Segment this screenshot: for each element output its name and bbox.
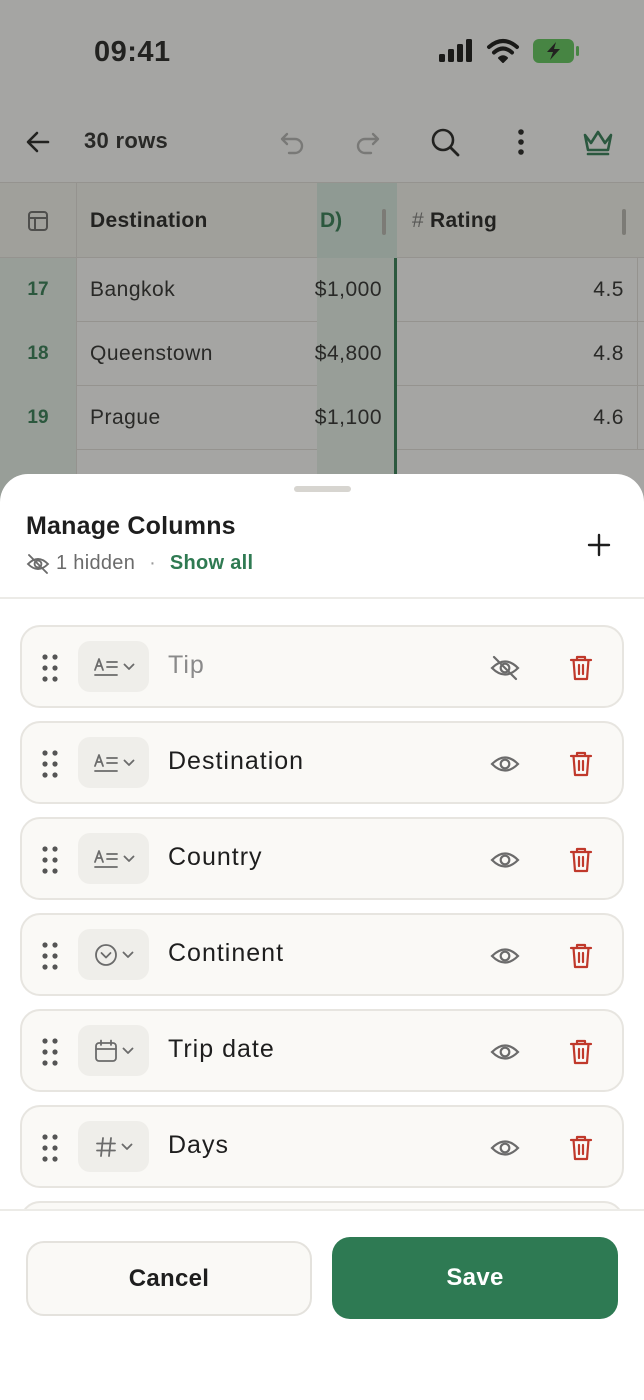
column-item[interactable] bbox=[20, 1201, 624, 1209]
trash-icon bbox=[569, 847, 593, 873]
eye-icon bbox=[490, 756, 520, 772]
column-name[interactable]: Destination bbox=[168, 747, 304, 776]
chevron-down-icon bbox=[121, 1143, 132, 1150]
visibility-toggle[interactable] bbox=[486, 841, 524, 879]
column-name[interactable]: Days bbox=[168, 1131, 229, 1160]
save-button[interactable]: Save bbox=[332, 1237, 618, 1319]
visibility-toggle[interactable] bbox=[486, 1033, 524, 1071]
eye-icon bbox=[490, 1044, 520, 1060]
chevron-down-icon bbox=[122, 951, 133, 958]
delete-column-button[interactable] bbox=[562, 841, 600, 879]
eye-icon bbox=[490, 1140, 520, 1156]
drag-handle-icon[interactable] bbox=[40, 749, 60, 779]
column-type-selector[interactable] bbox=[78, 833, 149, 884]
sheet-grabber[interactable] bbox=[294, 486, 351, 492]
cancel-button[interactable]: Cancel bbox=[26, 1241, 312, 1316]
hidden-summary: 1 hidden · Show all bbox=[26, 552, 253, 575]
drag-handle-icon[interactable] bbox=[40, 941, 60, 971]
column-item[interactable]: Days bbox=[20, 1105, 624, 1188]
eye-off-icon bbox=[490, 655, 520, 681]
eye-icon bbox=[490, 852, 520, 868]
column-list[interactable]: Tip Destination Country Continent Trip d… bbox=[0, 599, 644, 1209]
column-type-selector[interactable] bbox=[78, 737, 149, 788]
column-item[interactable]: Country bbox=[20, 817, 624, 900]
column-item[interactable]: Trip date bbox=[20, 1009, 624, 1092]
drag-handle-icon[interactable] bbox=[40, 845, 60, 875]
column-type-selector[interactable] bbox=[78, 1121, 149, 1172]
chevron-down-icon bbox=[122, 1047, 133, 1054]
trash-icon bbox=[569, 943, 593, 969]
manage-columns-sheet: Manage Columns 1 hidden · Show all Tip D… bbox=[0, 474, 644, 1400]
column-type-selector[interactable] bbox=[78, 929, 149, 980]
column-type-selector[interactable] bbox=[78, 1025, 149, 1076]
sheet-title: Manage Columns bbox=[26, 512, 236, 540]
delete-column-button[interactable] bbox=[562, 1033, 600, 1071]
date-type-icon bbox=[94, 1039, 117, 1062]
chevron-down-icon bbox=[123, 759, 134, 766]
add-column-button[interactable] bbox=[580, 526, 618, 564]
visibility-toggle[interactable] bbox=[486, 745, 524, 783]
text-type-icon bbox=[93, 849, 118, 868]
number-type-icon bbox=[95, 1136, 116, 1157]
hidden-count: 1 hidden bbox=[56, 552, 136, 574]
eye-off-icon bbox=[26, 553, 50, 574]
select-type-icon bbox=[94, 943, 117, 966]
column-name[interactable]: Country bbox=[168, 843, 263, 872]
drag-handle-icon[interactable] bbox=[40, 1037, 60, 1067]
column-type-selector[interactable] bbox=[78, 641, 149, 692]
trash-icon bbox=[569, 655, 593, 681]
column-name[interactable]: Trip date bbox=[168, 1035, 275, 1064]
eye-icon bbox=[490, 948, 520, 964]
plus-icon bbox=[587, 533, 611, 557]
column-item[interactable]: Continent bbox=[20, 913, 624, 996]
column-item[interactable]: Tip bbox=[20, 625, 624, 708]
visibility-toggle[interactable] bbox=[486, 937, 524, 975]
delete-column-button[interactable] bbox=[562, 745, 600, 783]
column-item[interactable]: Destination bbox=[20, 721, 624, 804]
trash-icon bbox=[569, 1039, 593, 1065]
show-all-link[interactable]: Show all bbox=[170, 552, 254, 575]
delete-column-button[interactable] bbox=[562, 649, 600, 687]
chevron-down-icon bbox=[123, 855, 134, 862]
visibility-toggle[interactable] bbox=[486, 1129, 524, 1167]
column-name[interactable]: Tip bbox=[168, 651, 205, 680]
drag-handle-icon[interactable] bbox=[40, 653, 60, 683]
visibility-toggle[interactable] bbox=[486, 649, 524, 687]
trash-icon bbox=[569, 1135, 593, 1161]
footer-divider bbox=[0, 1209, 644, 1211]
trash-icon bbox=[569, 751, 593, 777]
delete-column-button[interactable] bbox=[562, 937, 600, 975]
separator-dot: · bbox=[149, 552, 156, 574]
delete-column-button[interactable] bbox=[562, 1129, 600, 1167]
text-type-icon bbox=[93, 753, 118, 772]
drag-handle-icon[interactable] bbox=[40, 1133, 60, 1163]
chevron-down-icon bbox=[123, 663, 134, 670]
column-name[interactable]: Continent bbox=[168, 939, 284, 968]
text-type-icon bbox=[93, 657, 118, 676]
